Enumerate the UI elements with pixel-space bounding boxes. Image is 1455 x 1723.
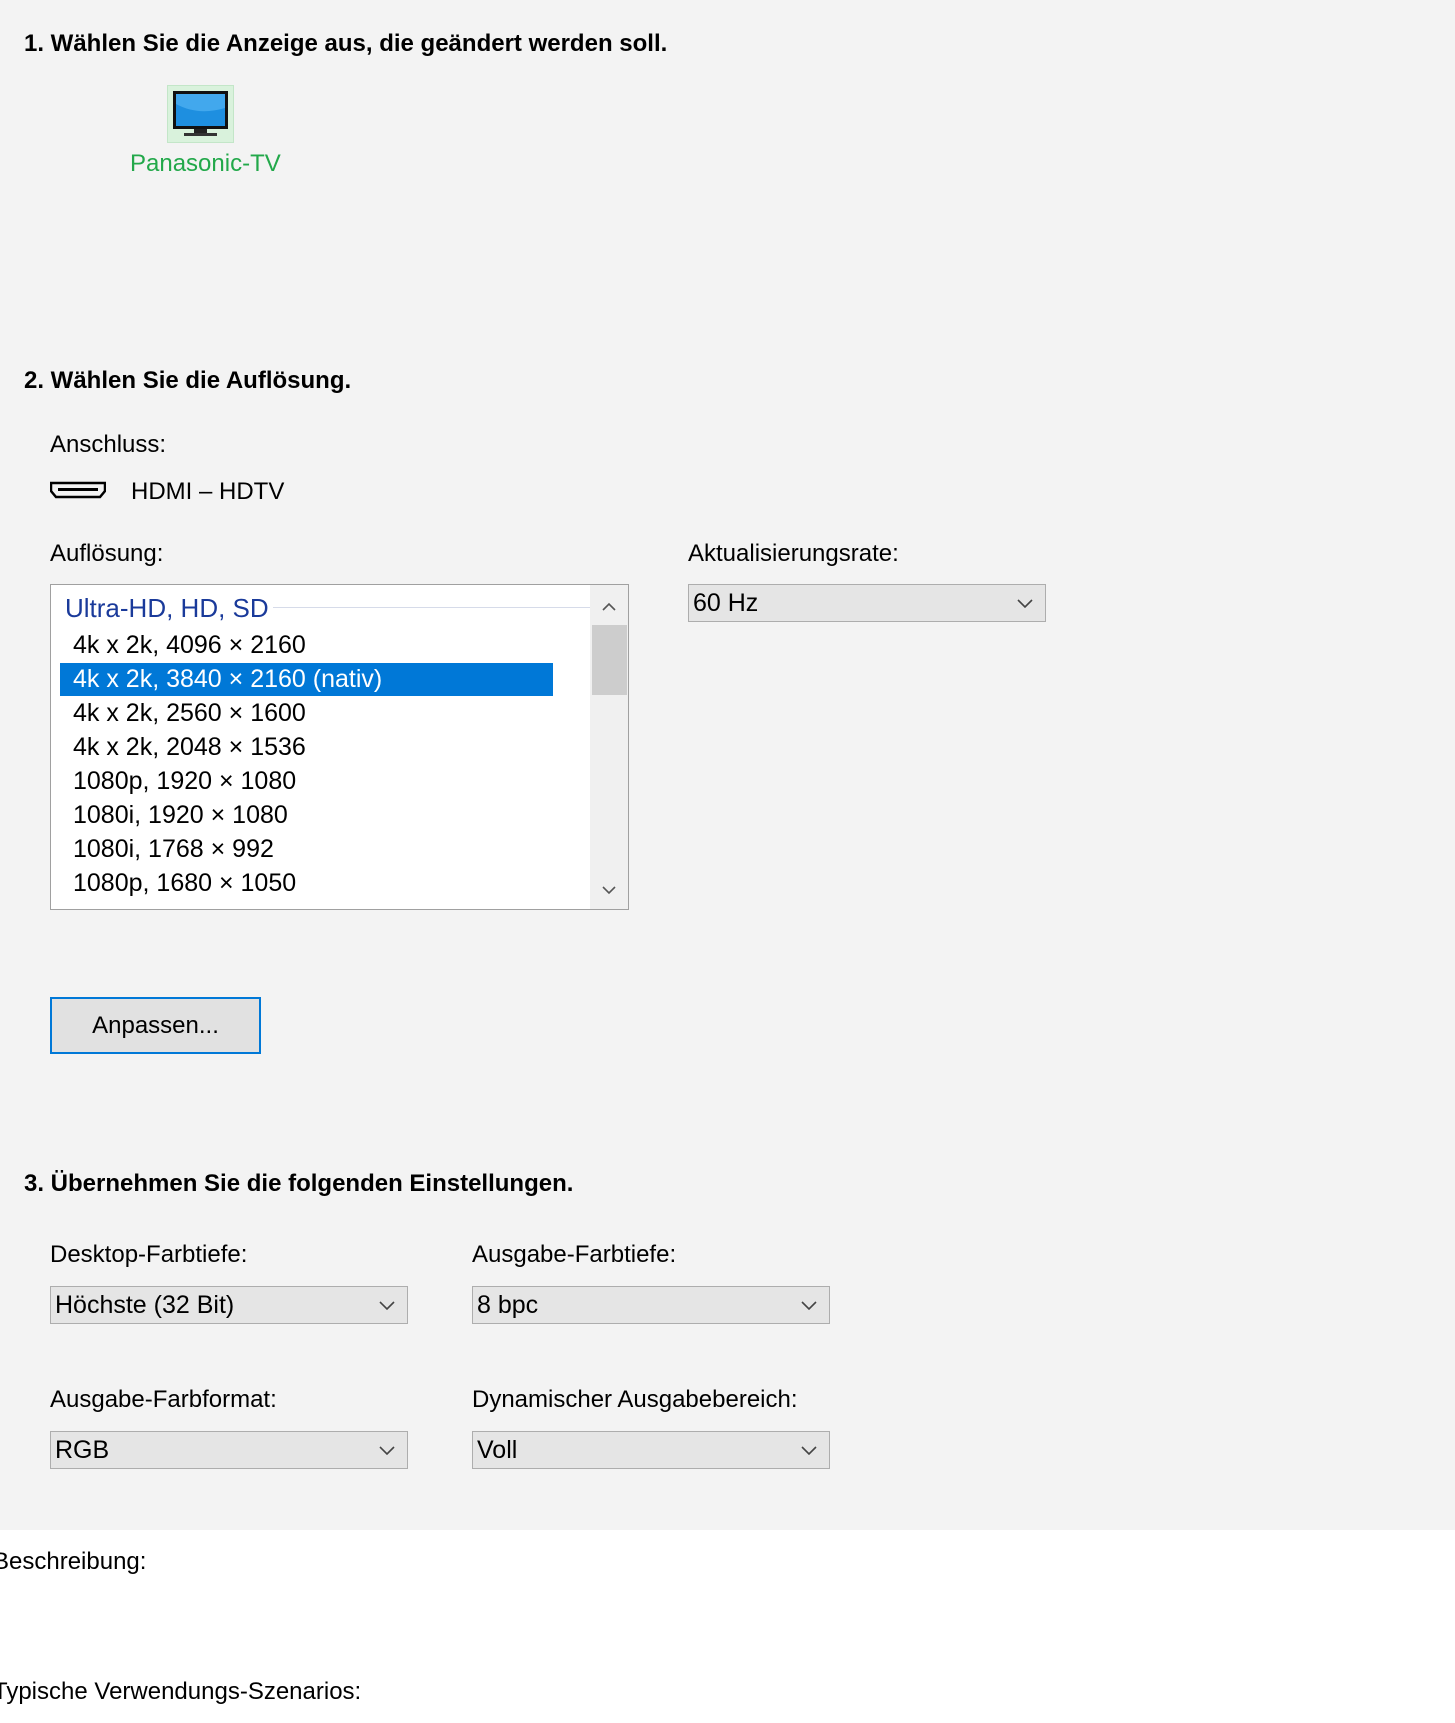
dynamic-range-label: Dynamischer Ausgabebereich: (472, 1386, 798, 1413)
description-label: Beschreibung: (0, 1548, 147, 1575)
output-format-value: RGB (55, 1436, 110, 1464)
customize-button[interactable]: Anpassen... (50, 997, 261, 1054)
chevron-down-icon (1017, 585, 1033, 621)
chevron-down-icon (801, 1287, 817, 1323)
step1-heading: 1. Wählen Sie die Anzeige aus, die geänd… (24, 30, 668, 57)
refresh-rate-value: 60 Hz (693, 589, 759, 617)
resolution-listbox[interactable]: Ultra-HD, HD, SD 4k x 2k, 4096 × 2160 4k… (50, 584, 629, 910)
listbox-scrollbar[interactable] (590, 585, 628, 909)
desktop-depth-label: Desktop-Farbtiefe: (50, 1241, 248, 1268)
scroll-down-icon[interactable] (590, 871, 628, 909)
step3-heading: 3. Übernehmen Sie die folgenden Einstell… (24, 1170, 574, 1197)
refresh-rate-label: Aktualisierungsrate: (688, 540, 899, 567)
settings-panel: 1. Wählen Sie die Anzeige aus, die geänd… (0, 0, 1455, 1530)
scenarios-label: Typische Verwendungs-Szenarios: (0, 1678, 362, 1705)
resolution-item[interactable]: 1080i, 1768 × 992 (60, 833, 553, 866)
resolution-item[interactable]: 4k x 2k, 2560 × 1600 (60, 697, 553, 730)
resolution-item-selected[interactable]: 4k x 2k, 3840 × 2160 (nativ) (60, 663, 553, 696)
dynamic-range-value: Voll (477, 1436, 518, 1464)
chevron-down-icon (801, 1432, 817, 1468)
output-depth-dropdown[interactable]: 8 bpc (472, 1286, 830, 1324)
resolution-item[interactable]: 1080p, 1920 × 1080 (60, 765, 553, 798)
connection-value: HDMI – HDTV (131, 478, 285, 505)
hdmi-icon (50, 481, 106, 499)
dynamic-range-dropdown[interactable]: Voll (472, 1431, 830, 1469)
output-depth-label: Ausgabe-Farbtiefe: (472, 1241, 677, 1268)
output-format-dropdown[interactable]: RGB (50, 1431, 408, 1469)
resolution-item[interactable]: 4k x 2k, 2048 × 1536 (60, 731, 553, 764)
resolution-item[interactable]: 1080i, 1920 × 1080 (60, 799, 553, 832)
resolution-group-header: Ultra-HD, HD, SD (65, 593, 269, 623)
monitor-icon (173, 91, 228, 136)
output-format-label: Ausgabe-Farbformat: (50, 1386, 277, 1413)
desktop-depth-dropdown[interactable]: Höchste (32 Bit) (50, 1286, 408, 1324)
output-depth-value: 8 bpc (477, 1291, 539, 1319)
step2-heading: 2. Wählen Sie die Auflösung. (24, 367, 352, 394)
scroll-up-icon[interactable] (590, 587, 628, 625)
refresh-rate-dropdown[interactable]: 60 Hz (688, 584, 1046, 622)
connection-label: Anschluss: (50, 431, 167, 458)
scroll-thumb[interactable] (592, 625, 627, 695)
resolution-item[interactable]: 1080p, 1680 × 1050 (60, 867, 553, 900)
resolution-label: Auflösung: (50, 540, 164, 567)
group-divider (273, 607, 628, 608)
display-name[interactable]: Panasonic-TV (130, 150, 281, 178)
chevron-down-icon (379, 1287, 395, 1323)
desktop-depth-value: Höchste (32 Bit) (55, 1291, 235, 1319)
display-tile[interactable] (167, 85, 234, 143)
resolution-item[interactable]: 4k x 2k, 4096 × 2160 (60, 629, 553, 662)
chevron-down-icon (379, 1432, 395, 1468)
